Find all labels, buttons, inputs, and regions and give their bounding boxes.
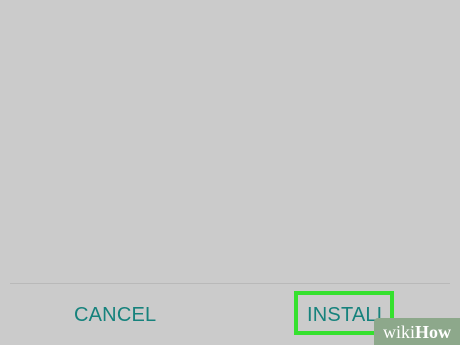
watermark-suffix: How (415, 321, 451, 342)
cancel-button[interactable]: CANCEL (74, 305, 156, 325)
watermark-prefix: wiki (382, 321, 415, 342)
watermark-logo: wikiHow (383, 323, 451, 341)
dialog-screen: CANCEL INSTALL wikiHow (0, 0, 460, 345)
wikihow-watermark: wikiHow (374, 318, 460, 345)
dialog-divider (10, 283, 450, 284)
